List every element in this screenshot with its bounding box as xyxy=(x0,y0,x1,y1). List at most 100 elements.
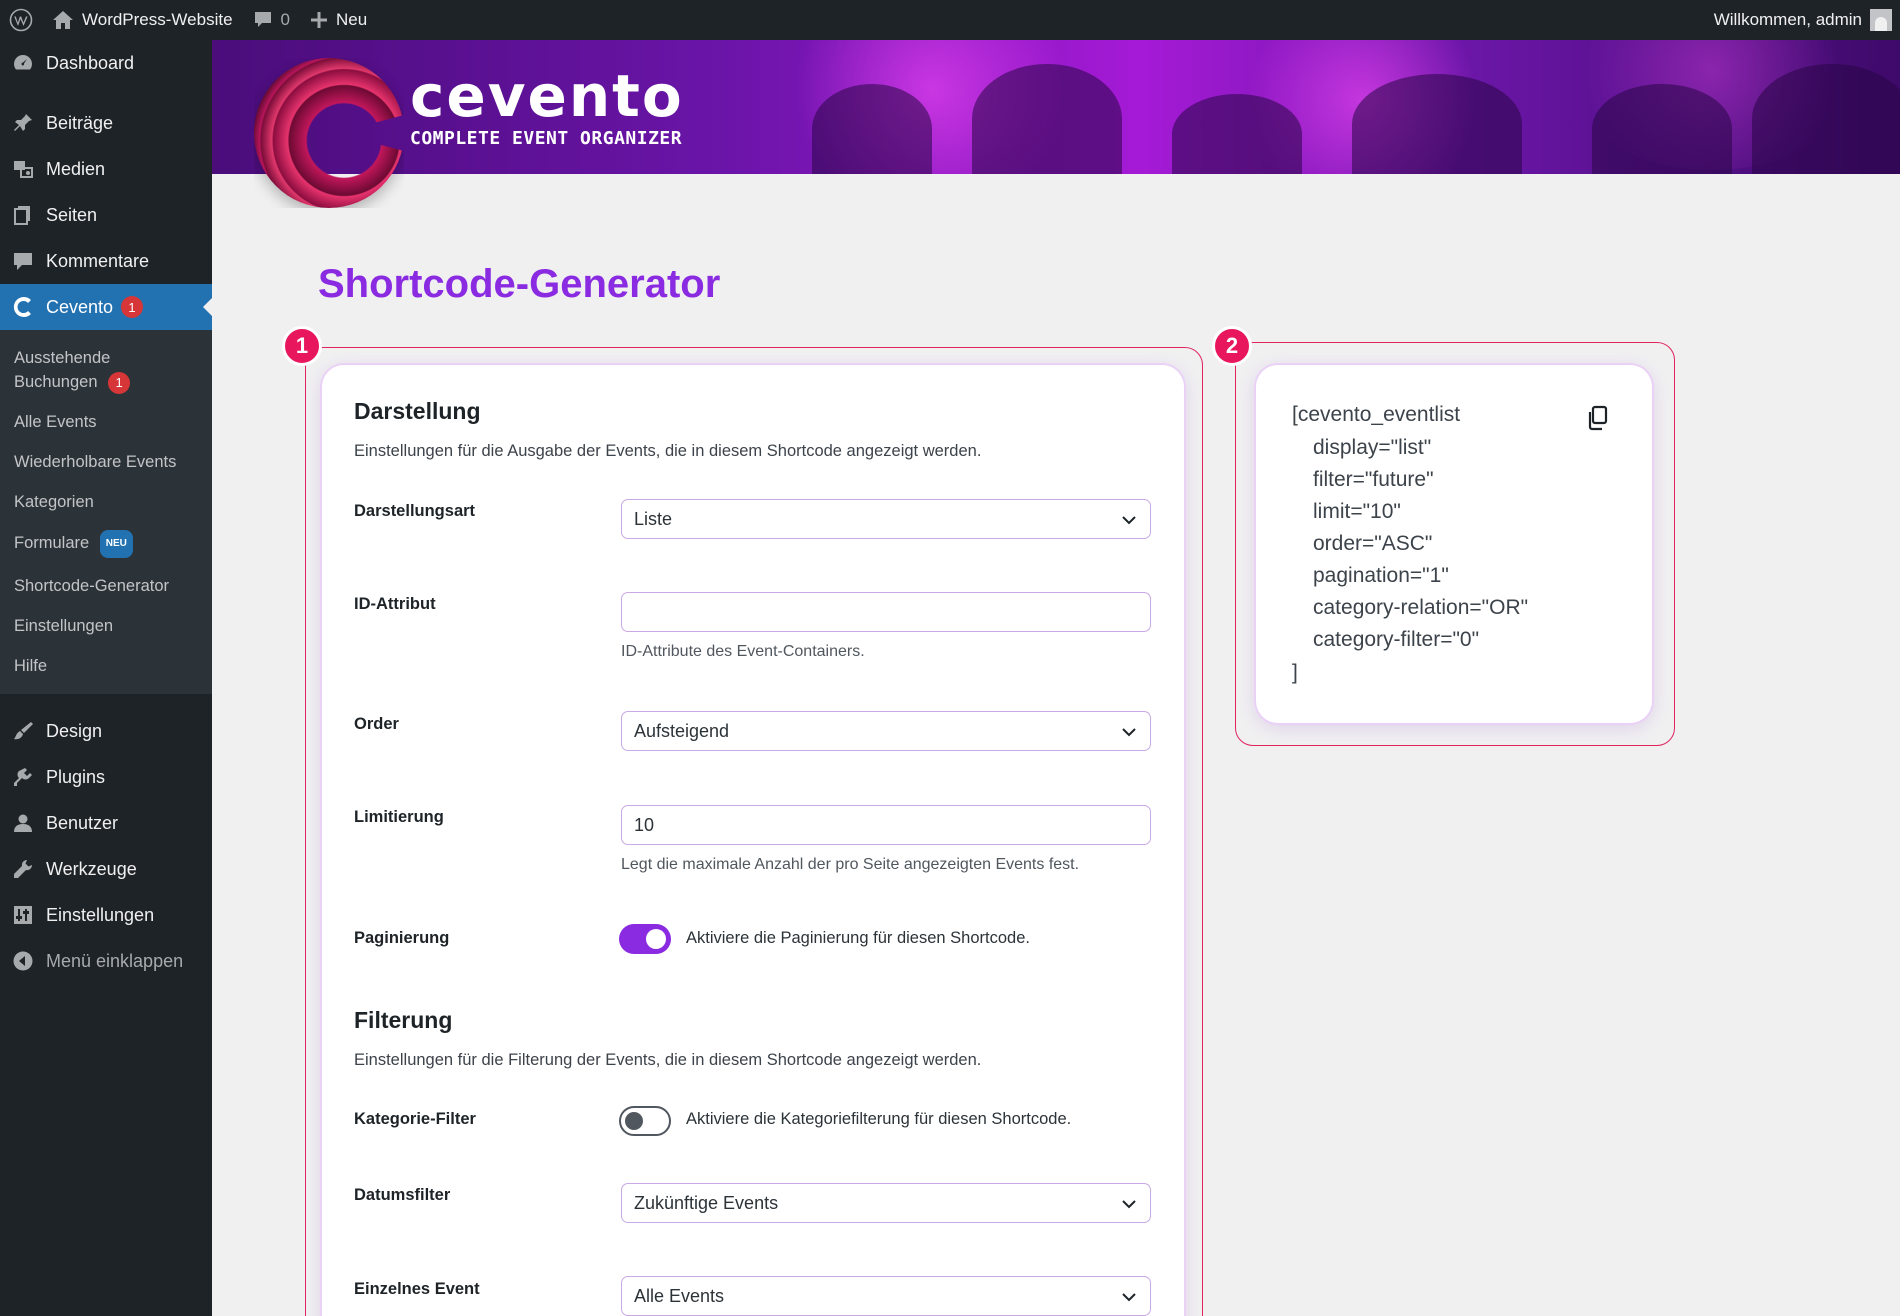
submenu-help[interactable]: Hilfe xyxy=(0,646,212,686)
menu-einstellungen[interactable]: Einstellungen xyxy=(0,892,212,938)
home-icon xyxy=(52,10,74,30)
pages-icon xyxy=(10,202,36,228)
id-attribute-input[interactable] xyxy=(621,592,1151,632)
chevron-down-icon xyxy=(1122,1293,1136,1302)
shortcode-line: category-filter="0" xyxy=(1313,628,1480,651)
notification-badge: 1 xyxy=(121,296,144,318)
welcome-text: Willkommen, admin xyxy=(1713,10,1862,29)
copy-icon[interactable] xyxy=(1586,405,1612,433)
menu-label: Design xyxy=(46,720,103,741)
menu-benutzer[interactable]: Benutzer xyxy=(0,800,212,846)
id-attribute-label: ID-Attribut xyxy=(354,595,436,613)
comment-icon xyxy=(253,10,273,30)
admin-bar: WordPress-Website 0 Neu Willkommen, admi… xyxy=(0,0,1900,40)
select-value: Liste xyxy=(634,508,673,529)
menu-collapse[interactable]: Menü einklappen xyxy=(0,938,212,984)
cevento-logo: cevento COMPLETE EVENT ORGANIZER xyxy=(410,66,684,149)
menu-plugins[interactable]: Plugins xyxy=(0,754,212,800)
user-icon xyxy=(10,810,36,836)
shortcode-line: category-relation="OR" xyxy=(1313,596,1529,619)
dashboard-icon xyxy=(10,50,36,76)
order-select[interactable]: Aufsteigend xyxy=(621,711,1151,751)
pushpin-icon xyxy=(10,110,36,136)
site-name-link[interactable]: WordPress-Website xyxy=(42,0,243,40)
menu-seiten[interactable]: Seiten xyxy=(0,192,212,238)
logo-title: cevento xyxy=(410,62,684,130)
comments-count: 0 xyxy=(280,10,290,29)
plugin-icon xyxy=(10,764,36,790)
select-value: Alle Events xyxy=(634,1285,725,1306)
menu-werkzeuge[interactable]: Werkzeuge xyxy=(0,846,212,892)
avatar xyxy=(1870,9,1892,31)
section-description: Einstellungen für die Filterung der Even… xyxy=(354,1051,982,1069)
single-event-label: Einzelnes Event xyxy=(354,1280,480,1298)
limit-label: Limitierung xyxy=(354,808,444,826)
single-event-select[interactable]: Alle Events xyxy=(621,1276,1151,1316)
menu-label: Medien xyxy=(46,158,106,179)
menu-label: Seiten xyxy=(46,204,98,225)
site-name: WordPress-Website xyxy=(82,10,233,29)
limit-help: Legt die maximale Anzahl der pro Seite a… xyxy=(621,856,1080,873)
menu-label: Werkzeuge xyxy=(46,858,137,879)
submenu-shortcode-generator[interactable]: Shortcode-Generator xyxy=(0,566,212,606)
display-type-select[interactable]: Liste xyxy=(621,499,1151,539)
cevento-submenu: Ausstehende Buchungen 1 Alle Events Wied… xyxy=(0,330,212,694)
select-value: Aufsteigend xyxy=(634,720,730,741)
shortcode-line: filter="future" xyxy=(1313,468,1434,491)
submenu-label: Buchungen xyxy=(14,373,98,391)
submenu-recurring-events[interactable]: Wiederholbare Events xyxy=(0,442,212,482)
chevron-down-icon xyxy=(1122,516,1136,525)
logo-subtitle: COMPLETE EVENT ORGANIZER xyxy=(410,128,683,149)
menu-design[interactable]: Design xyxy=(0,708,212,754)
menu-label: Dashboard xyxy=(46,52,135,73)
menu-label: Menü einklappen xyxy=(46,950,184,971)
submenu-categories[interactable]: Kategorien xyxy=(0,482,212,522)
shortcode-line: [cevento_eventlist xyxy=(1292,403,1461,426)
menu-label: Einstellungen xyxy=(46,904,155,925)
shortcode-line: pagination="1" xyxy=(1313,564,1449,587)
notification-badge: 1 xyxy=(108,372,131,394)
submenu-label: Formulare xyxy=(14,534,90,552)
submenu-forms[interactable]: Formulare NEU xyxy=(0,522,212,566)
page-title: Shortcode-Generator xyxy=(318,262,721,306)
wordpress-logo-icon[interactable] xyxy=(0,0,42,40)
menu-cevento[interactable]: Cevento 1 xyxy=(0,284,212,330)
pagination-toggle[interactable] xyxy=(619,924,671,954)
menu-label: Cevento xyxy=(46,296,114,317)
media-icon xyxy=(10,156,36,182)
menu-medien[interactable]: Medien xyxy=(0,146,212,192)
annotation-marker-1: 1 xyxy=(282,326,322,366)
date-filter-label: Datumsfilter xyxy=(354,1186,451,1204)
limit-input[interactable]: 10 xyxy=(621,805,1151,845)
pagination-toggle-text: Aktiviere die Paginierung für diesen Sho… xyxy=(686,929,1030,947)
order-label: Order xyxy=(354,715,399,733)
shortcode-line: limit="10" xyxy=(1313,500,1401,523)
section-title-darstellung: Darstellung xyxy=(354,398,481,424)
collapse-arrow-icon xyxy=(10,948,36,974)
chevron-down-icon xyxy=(1122,728,1136,737)
comments-link[interactable]: 0 xyxy=(243,0,300,40)
menu-label: Kommentare xyxy=(46,250,150,271)
category-filter-toggle[interactable] xyxy=(619,1106,671,1136)
my-account-link[interactable]: Willkommen, admin xyxy=(1704,0,1900,40)
new-badge: NEU xyxy=(99,530,133,558)
shortcode-line: order="ASC" xyxy=(1313,532,1433,555)
submenu-pending-bookings[interactable]: Ausstehende Buchungen 1 xyxy=(0,338,212,402)
plus-icon xyxy=(310,11,328,29)
pagination-label: Paginierung xyxy=(354,929,450,947)
menu-dashboard[interactable]: Dashboard xyxy=(0,40,212,86)
new-label: Neu xyxy=(336,10,368,29)
submenu-settings[interactable]: Einstellungen xyxy=(0,606,212,646)
menu-label: Plugins xyxy=(46,766,106,787)
date-filter-select[interactable]: Zukünftige Events xyxy=(621,1183,1151,1223)
menu-kommentare[interactable]: Kommentare xyxy=(0,238,212,284)
submenu-all-events[interactable]: Alle Events xyxy=(0,402,212,442)
chevron-down-icon xyxy=(1122,1200,1136,1209)
cevento-icon xyxy=(10,294,36,320)
menu-beitraege[interactable]: Beiträge xyxy=(0,100,212,146)
menu-label: Beiträge xyxy=(46,112,114,133)
section-title-filterung: Filterung xyxy=(354,1007,453,1033)
settings-sliders-icon xyxy=(10,902,36,928)
display-type-label: Darstellungsart xyxy=(354,502,476,520)
new-content-link[interactable]: Neu xyxy=(300,0,377,40)
